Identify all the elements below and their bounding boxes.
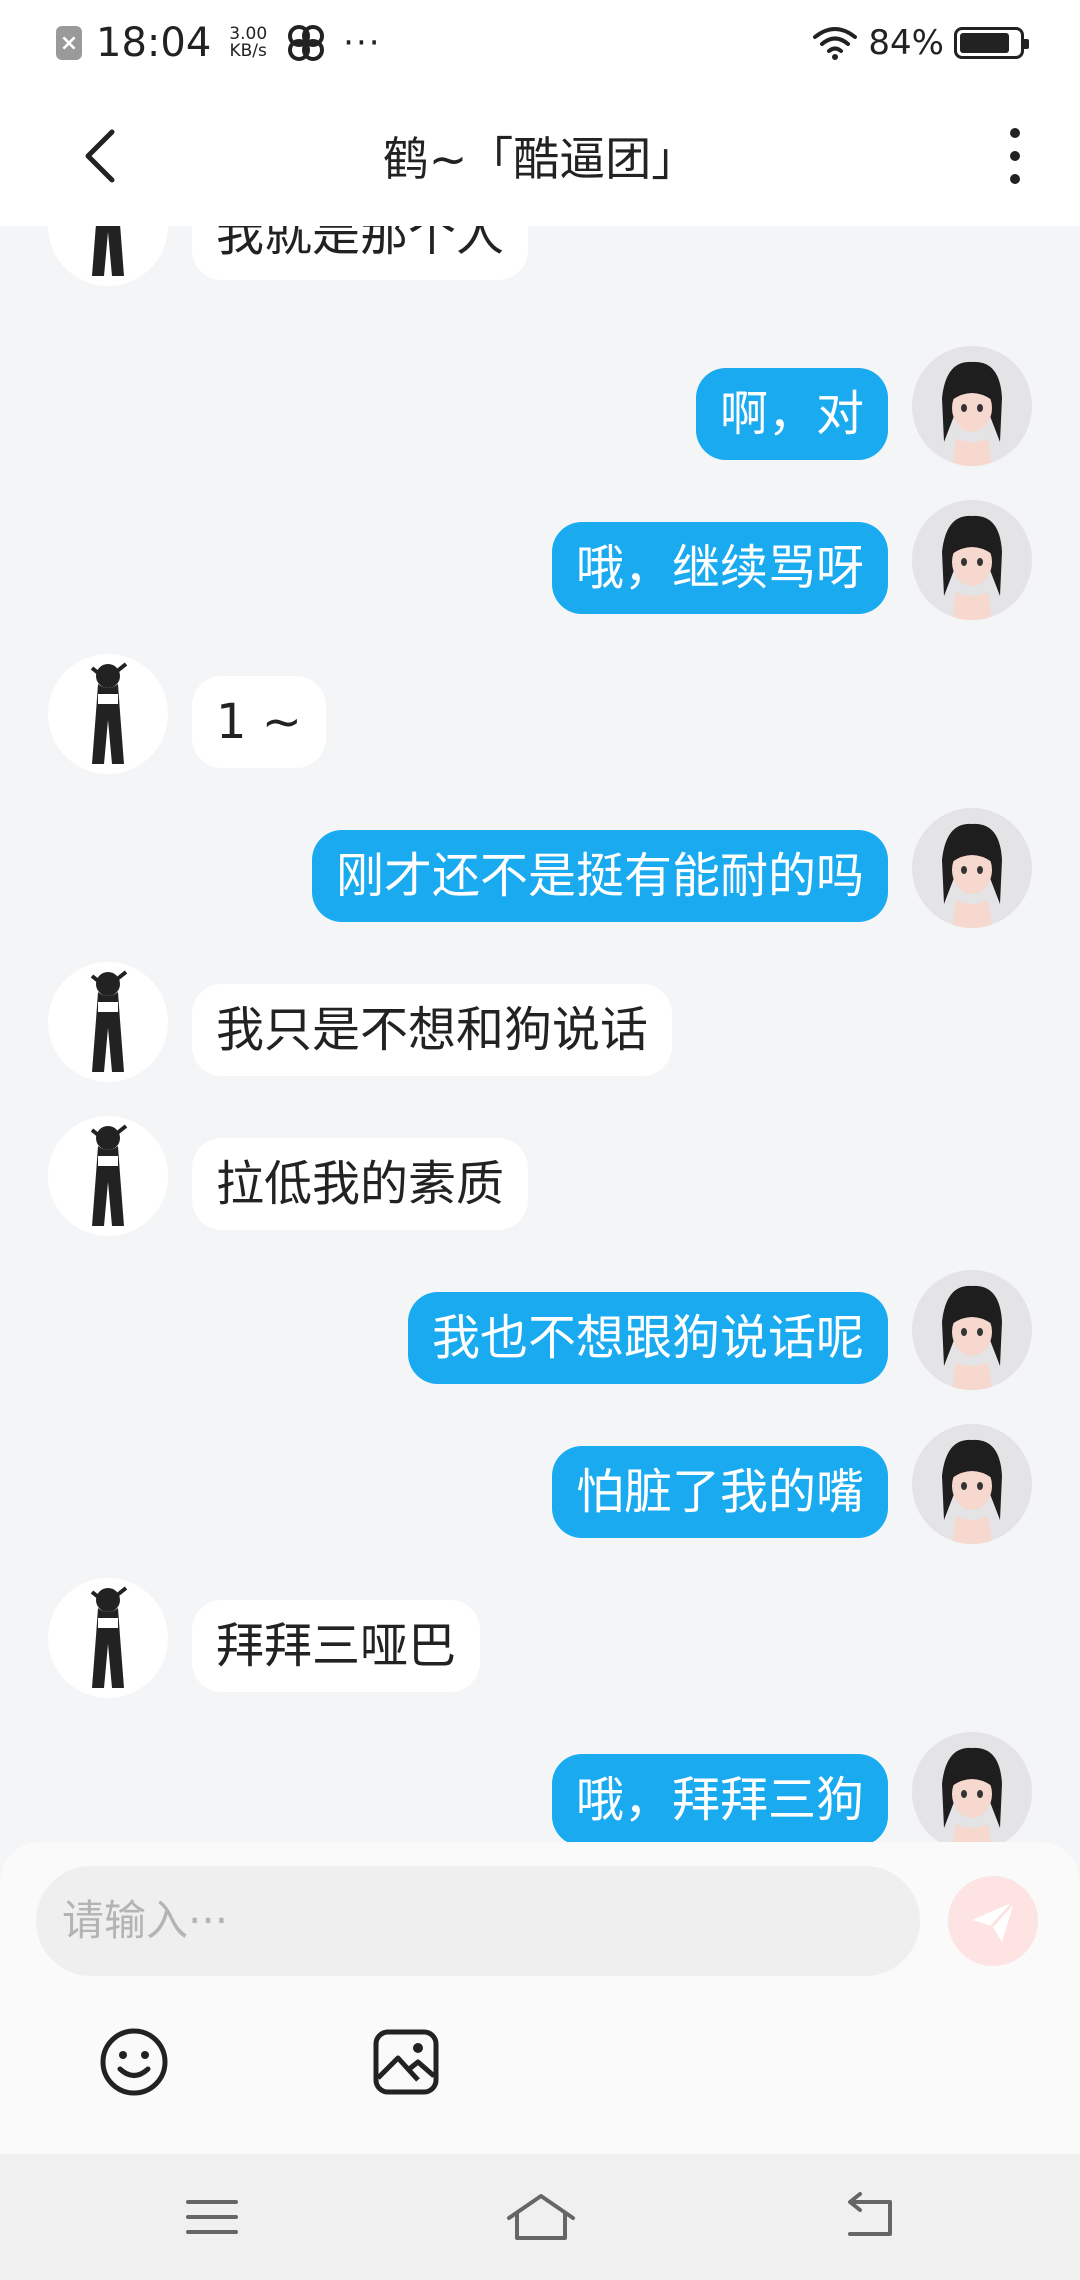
message-bubble[interactable]: 拜拜三哑巴: [192, 1600, 481, 1692]
back-icon[interactable]: [840, 2190, 900, 2244]
outgoing-message: 啊，对: [0, 346, 1080, 470]
contact-avatar[interactable]: [48, 226, 168, 286]
message-bubble[interactable]: 啊，对: [695, 368, 888, 460]
menu-icon[interactable]: [182, 2190, 242, 2244]
more-dot: [1010, 151, 1020, 161]
notification-close-icon: ×: [56, 26, 82, 60]
send-button[interactable]: [948, 1876, 1038, 1966]
contact-avatar[interactable]: [48, 962, 168, 1082]
outgoing-message: 刚才还不是挺有能耐的吗: [0, 808, 1080, 932]
message-input[interactable]: [36, 1866, 920, 1976]
message-bubble[interactable]: 拉低我的素质: [192, 1138, 529, 1230]
send-icon: [972, 1900, 1016, 1942]
more-dot: [1010, 174, 1020, 184]
message-bubble[interactable]: 怕脏了我的嘴: [551, 1446, 888, 1538]
contact-avatar[interactable]: [48, 1578, 168, 1698]
contact-avatar[interactable]: [48, 1116, 168, 1236]
back-button[interactable]: [70, 124, 130, 188]
battery-icon: [954, 27, 1029, 59]
battery-percent: 84%: [868, 23, 944, 63]
image-icon[interactable]: [370, 2026, 442, 2098]
network-speed: 3.00 KB/s: [229, 26, 267, 60]
network-speed-unit: KB/s: [229, 41, 267, 61]
wifi-icon: [813, 27, 858, 60]
message-bubble[interactable]: 我就是那个人: [192, 226, 529, 280]
my-avatar[interactable]: [912, 1732, 1032, 1842]
chat-screen: × 18:04 3.00 KB/s ··· 84% 鹤~「酷逼团」 我就是那个人…: [0, 0, 1080, 2280]
my-avatar[interactable]: [912, 808, 1032, 928]
more-options-button[interactable]: [990, 120, 1040, 192]
incoming-message: 拉低我的素质: [0, 1116, 1080, 1240]
incoming-message: 我就是那个人: [0, 226, 1080, 290]
message-bubble[interactable]: 哦，拜拜三狗: [551, 1754, 888, 1842]
status-bar: × 18:04 3.00 KB/s ··· 84%: [0, 0, 1080, 86]
home-icon[interactable]: [505, 2190, 577, 2244]
incoming-message: 1 ~: [0, 654, 1080, 778]
input-panel: [0, 1842, 1080, 2154]
message-bubble[interactable]: 我也不想跟狗说话呢: [407, 1292, 888, 1384]
outgoing-message: 哦，继续骂呀: [0, 500, 1080, 624]
my-avatar[interactable]: [912, 1270, 1032, 1390]
system-nav-bar: [0, 2154, 1080, 2280]
message-list[interactable]: 我就是那个人啊，对哦，继续骂呀 1 ~ 刚才还不是挺有能耐的吗我只是不想和狗说话 拉低…: [0, 226, 1080, 1842]
status-time: 18:04: [96, 20, 212, 66]
message-bubble[interactable]: 我只是不想和狗说话: [192, 984, 673, 1076]
emoji-icon[interactable]: [98, 2026, 170, 2098]
message-bubble[interactable]: 刚才还不是挺有能耐的吗: [311, 830, 888, 922]
chat-header: 鹤~「酷逼团」: [0, 86, 1080, 226]
incoming-message: 拜拜三哑巴: [0, 1578, 1080, 1702]
incoming-message: 我只是不想和狗说话: [0, 962, 1080, 1086]
status-more-dots: ···: [343, 23, 382, 63]
message-bubble[interactable]: 1 ~: [192, 676, 327, 768]
outgoing-message: 哦，拜拜三狗: [0, 1732, 1080, 1842]
status-left: × 18:04 3.00 KB/s ···: [56, 20, 382, 66]
message-bubble[interactable]: 哦，继续骂呀: [551, 522, 888, 614]
my-avatar[interactable]: [912, 346, 1032, 466]
contact-avatar[interactable]: [48, 654, 168, 774]
outgoing-message: 我也不想跟狗说话呢: [0, 1270, 1080, 1394]
my-avatar[interactable]: [912, 500, 1032, 620]
my-avatar[interactable]: [912, 1424, 1032, 1544]
fan-icon: [288, 25, 325, 61]
chat-title: 鹤~「酷逼团」: [382, 132, 698, 186]
chevron-left-icon: [85, 129, 115, 183]
status-right: 84%: [812, 23, 1029, 63]
battery-level-fill: [960, 33, 1009, 53]
outgoing-message: 怕脏了我的嘴: [0, 1424, 1080, 1548]
more-dot: [1010, 128, 1020, 138]
